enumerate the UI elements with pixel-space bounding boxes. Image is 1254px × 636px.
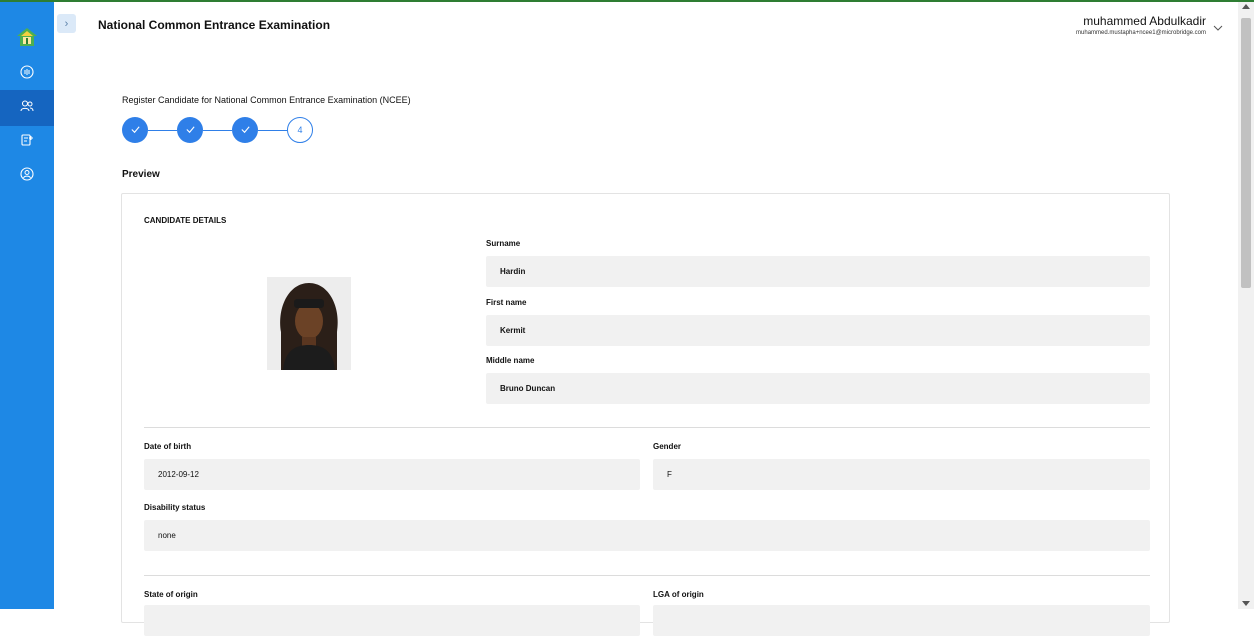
lga-of-origin-value	[653, 605, 1150, 636]
dob-label: Date of birth	[144, 442, 192, 451]
check-icon	[130, 124, 141, 137]
user-menu[interactable]: muhammed Abdulkadir muhammed.mustapha+nc…	[1076, 14, 1206, 36]
scroll-thumb[interactable]	[1241, 18, 1251, 288]
sidebar-item-candidates[interactable]	[0, 90, 54, 126]
state-of-origin-label: State of origin	[144, 590, 198, 599]
middle-name-value: Bruno Duncan	[486, 373, 1150, 404]
app-title: National Common Entrance Examination	[98, 18, 331, 32]
step-indicator: 4	[122, 117, 322, 143]
expand-sidebar-button[interactable]: ›	[57, 14, 76, 33]
top-accent-line	[0, 0, 1254, 2]
section-title: CANDIDATE DETAILS	[144, 216, 227, 225]
candidate-photo	[267, 277, 351, 370]
app-logo[interactable]	[17, 28, 37, 46]
sidebar	[0, 2, 54, 609]
step-1[interactable]	[122, 117, 148, 143]
account-icon	[20, 166, 34, 186]
gender-label: Gender	[653, 442, 682, 451]
sidebar-item-dashboard[interactable]	[0, 56, 54, 92]
exam-icon	[20, 133, 34, 152]
gender-value: F	[653, 459, 1150, 490]
check-icon	[185, 124, 196, 137]
step-connector	[258, 129, 287, 131]
preview-title: Preview	[122, 169, 160, 180]
step-number: 4	[297, 125, 303, 135]
surname-label: Surname	[486, 239, 521, 248]
scroll-up-arrow-icon[interactable]	[1242, 4, 1250, 9]
state-of-origin-value	[144, 605, 640, 636]
middle-name-label: Middle name	[486, 356, 535, 365]
disability-label: Disability status	[144, 503, 206, 512]
divider	[144, 575, 1150, 576]
dob-value: 2012-09-12	[144, 459, 640, 490]
page-heading: Register Candidate for National Common E…	[122, 95, 411, 105]
step-3[interactable]	[232, 117, 258, 143]
first-name-value: Kermit	[486, 315, 1150, 346]
chevron-down-icon[interactable]	[1213, 20, 1223, 31]
step-connector	[203, 129, 232, 131]
page-scrollbar[interactable]	[1238, 2, 1254, 609]
users-icon	[20, 99, 34, 118]
step-connector	[148, 129, 177, 131]
scroll-down-arrow-icon[interactable]	[1242, 601, 1250, 606]
sidebar-item-account[interactable]	[0, 158, 54, 194]
sidebar-item-exams[interactable]	[0, 124, 54, 160]
check-icon	[240, 124, 251, 137]
divider	[144, 427, 1150, 428]
disability-value: none	[144, 520, 1150, 551]
lga-of-origin-label: LGA of origin	[653, 590, 704, 599]
step-4[interactable]: 4	[287, 117, 313, 143]
dashboard-icon	[20, 64, 34, 84]
first-name-label: First name	[486, 298, 527, 307]
chevron-right-icon: ›	[64, 17, 69, 30]
step-2[interactable]	[177, 117, 203, 143]
surname-value: Hardin	[486, 256, 1150, 287]
user-email: muhammed.mustapha+ncee1@microbridge.com	[1076, 30, 1206, 36]
user-name: muhammed Abdulkadir	[1083, 14, 1206, 28]
